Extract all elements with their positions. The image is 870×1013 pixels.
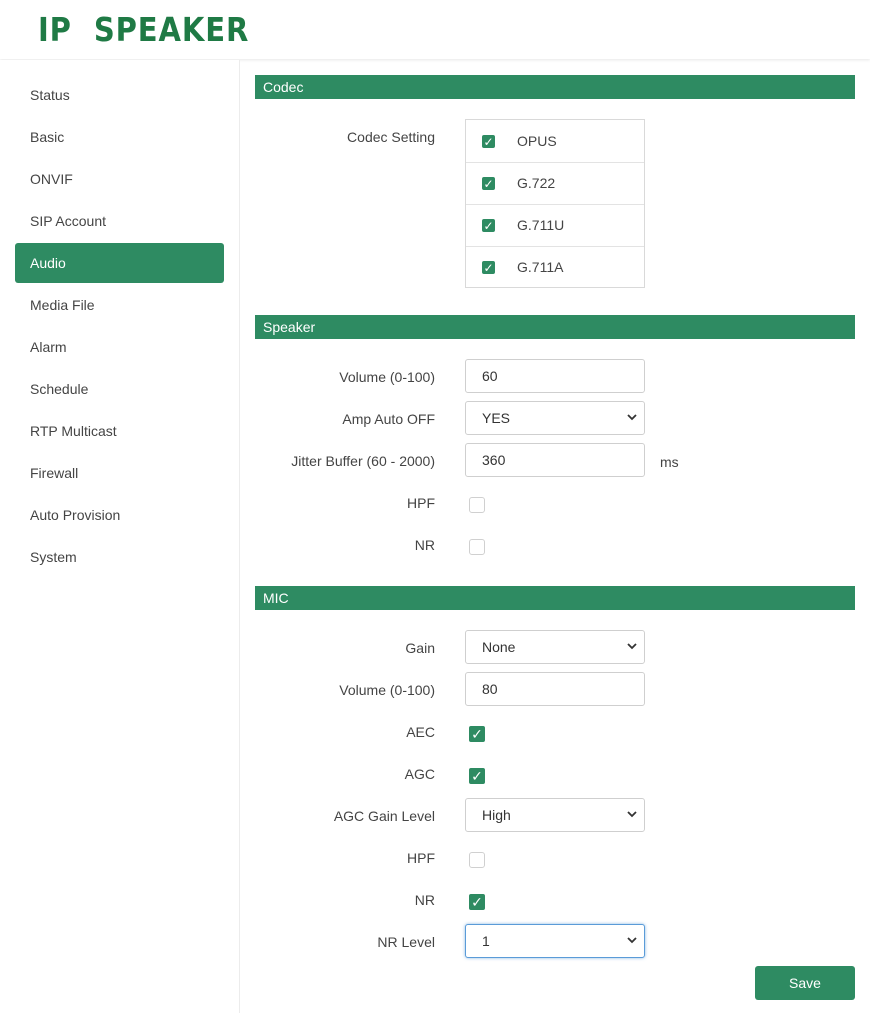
mic-nr-checkbox[interactable]: ✓ (469, 894, 485, 910)
save-button[interactable]: Save (755, 966, 855, 1000)
sidebar-item-schedule[interactable]: Schedule (15, 369, 224, 409)
aec-checkbox[interactable]: ✓ (469, 726, 485, 742)
sidebar-item-system[interactable]: System (15, 537, 224, 577)
mic-gain-value: None (482, 639, 516, 655)
sidebar-item-media-file[interactable]: Media File (15, 285, 224, 325)
chevron-down-icon (626, 411, 638, 423)
sidebar-item-sip-account[interactable]: SIP Account (15, 201, 224, 241)
speaker-volume-value: 60 (482, 368, 498, 384)
codec-row-g711a: ✓ G.711A (466, 246, 644, 288)
codec-name: G.722 (517, 175, 556, 191)
main-content: Codec Codec Setting ✓ OPUS ✓ G.722 ✓ G.7… (255, 0, 855, 1013)
chevron-down-icon (626, 934, 638, 946)
agc-gain-level-value: High (482, 807, 511, 823)
sidebar-item-auto-provision[interactable]: Auto Provision (15, 495, 224, 535)
sidebar-item-alarm[interactable]: Alarm (15, 327, 224, 367)
sidebar-item-rtp-multicast[interactable]: RTP Multicast (15, 411, 224, 451)
checkmark-icon[interactable]: ✓ (482, 135, 495, 148)
aec-label: AEC (406, 724, 435, 740)
agc-gain-level-label: AGC Gain Level (333, 808, 435, 824)
mic-gain-select[interactable]: None (465, 630, 645, 664)
mic-gain-label: Gain (405, 640, 435, 656)
speaker-section-header: Speaker (255, 315, 855, 339)
nr-level-select[interactable]: 1 (465, 924, 645, 958)
codec-setting-label: Codec Setting (347, 129, 435, 145)
mic-section-header: MIC (255, 586, 855, 610)
mic-nr-label: NR (414, 892, 435, 908)
amp-auto-off-label: Amp Auto OFF (342, 411, 435, 427)
jitter-buffer-label: Jitter Buffer (60 - 2000) (291, 453, 435, 469)
jitter-buffer-input[interactable]: 360 (465, 443, 645, 477)
mic-hpf-checkbox[interactable] (469, 852, 485, 868)
nr-level-label: NR Level (377, 934, 435, 950)
checkmark-icon[interactable]: ✓ (482, 219, 495, 232)
codec-row-g711u: ✓ G.711U (466, 204, 644, 247)
speaker-hpf-checkbox[interactable] (469, 497, 485, 513)
jitter-buffer-value: 360 (482, 452, 506, 468)
agc-gain-level-select[interactable]: High (465, 798, 645, 832)
codec-name: G.711U (517, 217, 565, 233)
codec-section-header: Codec (255, 75, 855, 99)
checkmark-icon[interactable]: ✓ (482, 177, 495, 190)
codec-name: OPUS (517, 133, 557, 149)
sidebar-item-audio[interactable]: Audio (15, 243, 224, 283)
agc-checkbox[interactable]: ✓ (469, 768, 485, 784)
mic-volume-label: Volume (0-100) (339, 682, 435, 698)
codec-list: ✓ OPUS ✓ G.722 ✓ G.711U ✓ G.711A (465, 119, 645, 288)
sidebar-item-firewall[interactable]: Firewall (15, 453, 224, 493)
jitter-buffer-unit: ms (660, 454, 679, 470)
nr-level-value: 1 (482, 933, 490, 949)
sidebar-item-status[interactable]: Status (15, 75, 224, 115)
logo: IP SPEAKER (38, 10, 250, 49)
sidebar: Status Basic ONVIF SIP Account Audio Med… (0, 60, 240, 1013)
codec-row-opus: ✓ OPUS (466, 120, 644, 163)
mic-volume-input[interactable]: 80 (465, 672, 645, 706)
speaker-nr-checkbox[interactable] (469, 539, 485, 555)
speaker-nr-label: NR (414, 537, 435, 553)
chevron-down-icon (626, 808, 638, 820)
amp-auto-off-value: YES (482, 410, 511, 426)
agc-label: AGC (404, 766, 435, 782)
chevron-down-icon (626, 640, 638, 652)
speaker-volume-label: Volume (0-100) (339, 369, 435, 385)
mic-volume-value: 80 (482, 681, 498, 697)
sidebar-item-onvif[interactable]: ONVIF (15, 159, 224, 199)
checkmark-icon[interactable]: ✓ (482, 261, 495, 274)
mic-hpf-label: HPF (407, 850, 435, 866)
sidebar-item-basic[interactable]: Basic (15, 117, 224, 157)
codec-row-g722: ✓ G.722 (466, 162, 644, 205)
speaker-hpf-label: HPF (407, 495, 435, 511)
speaker-volume-input[interactable]: 60 (465, 359, 645, 393)
codec-name: G.711A (517, 259, 564, 275)
amp-auto-off-select[interactable]: YES (465, 401, 645, 435)
